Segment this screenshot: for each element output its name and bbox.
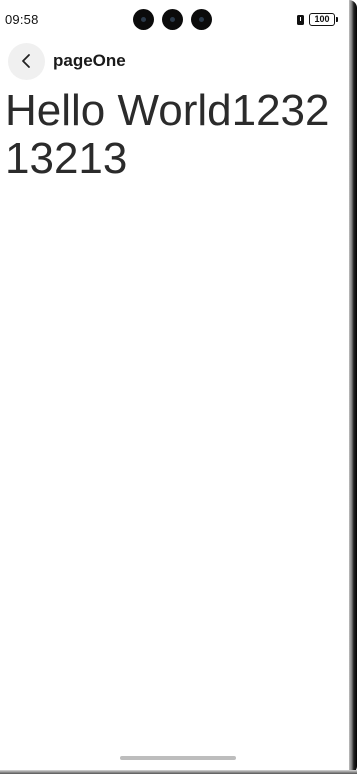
camera-cutout: [133, 9, 212, 30]
back-button[interactable]: [8, 42, 45, 80]
status-icons: 100: [297, 13, 338, 26]
device-bezel-bottom: [0, 770, 357, 774]
phone-screen: 09:58 100 pageOne Hello World123213213: [0, 0, 357, 774]
hello-world-text: Hello World123213213: [5, 86, 330, 183]
battery-level: 100: [314, 14, 330, 24]
battery-icon: 100: [309, 13, 338, 26]
page-title: pageOne: [53, 51, 126, 70]
status-bar: 09:58 100: [0, 0, 349, 40]
camera-lens-icon: [133, 9, 154, 30]
status-time: 09:58: [5, 12, 39, 27]
camera-lens-icon: [191, 9, 212, 30]
device-bezel: [349, 0, 357, 774]
home-indicator[interactable]: [120, 756, 236, 760]
notification-alert-icon: [297, 14, 304, 25]
chevron-left-icon: [21, 54, 30, 68]
camera-lens-icon: [162, 9, 183, 30]
navigation-bar: pageOne: [8, 42, 126, 80]
